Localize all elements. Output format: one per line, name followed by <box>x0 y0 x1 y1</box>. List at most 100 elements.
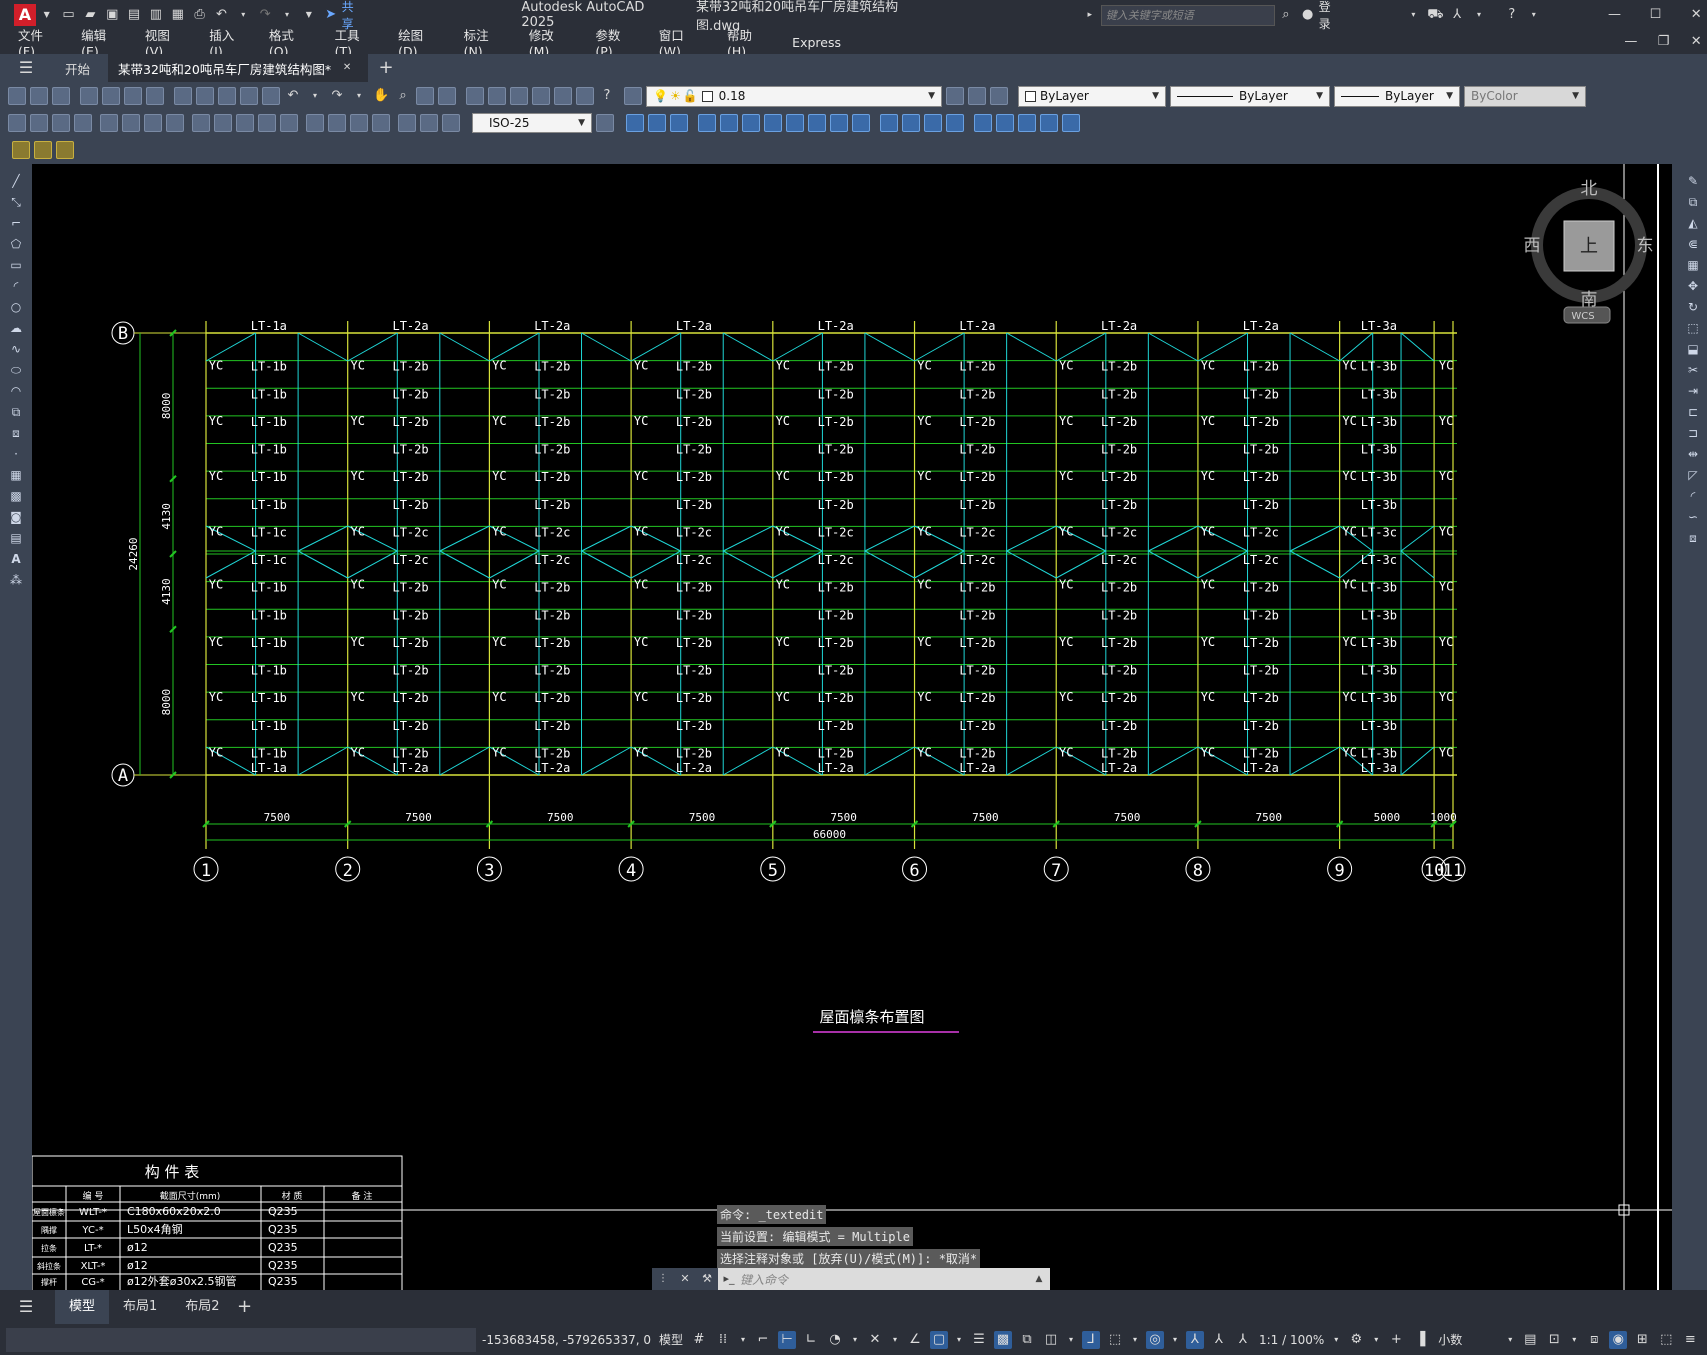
pan-icon[interactable]: ✋ <box>373 88 389 104</box>
lineweight-toggle-icon[interactable]: ☰ <box>970 1331 988 1349</box>
units-dropdown-icon[interactable]: ▾ <box>1505 1331 1515 1349</box>
trim-tool-icon[interactable]: ✂ <box>1684 361 1702 379</box>
isolate-icon[interactable]: ⧈ <box>1585 1331 1603 1349</box>
command-close-icon[interactable]: ✕ <box>677 1271 693 1287</box>
polyline-tool-icon[interactable]: ⌐ <box>7 214 25 232</box>
ucs-icon[interactable]: ⅃ <box>1082 1330 1100 1349</box>
match-prop-icon[interactable] <box>240 87 258 105</box>
text-edit-icon[interactable] <box>12 141 30 159</box>
dim-angular-icon[interactable] <box>166 114 184 132</box>
qnew-icon[interactable] <box>8 87 26 105</box>
open-icon[interactable] <box>30 87 48 105</box>
annotation-plus-icon[interactable]: + <box>1387 1331 1405 1349</box>
modify-stretch-icon[interactable] <box>808 114 826 132</box>
dim-radius-icon[interactable] <box>100 114 118 132</box>
command-history-dropdown-icon[interactable]: ▲ <box>1031 1271 1047 1287</box>
selection-cycling-icon[interactable]: ⧉ <box>1018 1331 1036 1349</box>
layer-state-icon[interactable] <box>990 87 1008 105</box>
command-grip-icon[interactable]: ⋮ <box>655 1271 671 1287</box>
login-dropdown-icon[interactable]: ▾ <box>1405 7 1421 23</box>
maximize-icon[interactable]: ☐ <box>1647 7 1663 23</box>
copy-tool-icon[interactable]: ⧉ <box>1684 193 1702 211</box>
doc-close-icon[interactable]: ✕ <box>1688 34 1704 50</box>
modify-trim-icon[interactable] <box>830 114 848 132</box>
center-mark-icon[interactable] <box>328 114 346 132</box>
design-center-icon[interactable] <box>488 87 506 105</box>
3dprint-icon[interactable] <box>146 87 164 105</box>
redo-icon[interactable]: ↷ <box>257 7 273 23</box>
rectangle-tool-icon[interactable]: ▭ <box>7 256 25 274</box>
undo-tb-icon[interactable]: ↶ <box>285 88 301 104</box>
stretch-tool-icon[interactable]: ⬓ <box>1684 340 1702 358</box>
annotation-scale[interactable]: 1:1 / 100% <box>1259 1333 1324 1347</box>
help-dropdown-icon[interactable]: ▾ <box>1526 7 1542 23</box>
add-selected-tool-icon[interactable]: ⁂ <box>7 571 25 589</box>
app-dropdown-icon[interactable]: ▾ <box>1471 7 1487 23</box>
annotation-dropdown-icon[interactable]: ▾ <box>1170 1331 1180 1349</box>
modify-erase-icon[interactable] <box>626 114 644 132</box>
dim-linear-icon[interactable] <box>8 114 26 132</box>
cart-icon[interactable]: ⛟ <box>1427 7 1443 23</box>
block-editor-icon[interactable] <box>262 87 280 105</box>
dim-ordinate-icon[interactable] <box>74 114 92 132</box>
graphics-performance-icon[interactable]: ◉ <box>1609 1330 1628 1349</box>
publish-icon[interactable]: ▦ <box>170 7 186 23</box>
model-space-button[interactable]: 模型 <box>659 1331 683 1348</box>
plotstyle-dropdown[interactable]: ByColor ▼ <box>1464 85 1586 107</box>
viewcube[interactable]: 上 北 南 东 西 WCS <box>1524 179 1654 324</box>
polar-icon[interactable]: ◔ <box>826 1331 844 1349</box>
dimstyle-dropdown[interactable]: ISO-25 ▼ <box>472 113 592 133</box>
chamfer-tool-icon[interactable]: ◸ <box>1684 466 1702 484</box>
modify-offset-icon[interactable] <box>698 114 716 132</box>
tab-close-icon[interactable]: ✕ <box>339 60 355 76</box>
dropdown-caret-icon[interactable]: ▼ <box>39 7 55 23</box>
modify-mirror-icon[interactable] <box>670 114 688 132</box>
customize-dropdown-icon[interactable]: ▼ <box>301 7 317 23</box>
dim-aligned-icon[interactable] <box>30 114 48 132</box>
modify-fillet-icon[interactable] <box>946 114 964 132</box>
units-icon[interactable]: ▐ <box>1411 1331 1429 1349</box>
clean-screen-icon[interactable]: ⊞ <box>1633 1331 1651 1349</box>
text-style-icon[interactable] <box>34 141 52 159</box>
osnap-dropdown-icon[interactable]: ▾ <box>954 1331 964 1349</box>
tolerance-icon[interactable] <box>306 114 324 132</box>
infer-constraints-icon[interactable]: ⌐ <box>754 1331 772 1349</box>
new-file-icon[interactable]: ▭ <box>61 7 77 23</box>
fullscreen-icon[interactable]: ⬚ <box>1657 1331 1675 1349</box>
polygon-tool-icon[interactable]: ⬠ <box>7 235 25 253</box>
customize-status-icon[interactable]: ≡ <box>1681 1331 1699 1349</box>
undo-tb-dd-icon[interactable]: ▾ <box>307 88 323 104</box>
autocad-logo[interactable]: A <box>14 4 36 26</box>
dim-space-icon[interactable] <box>258 114 276 132</box>
drawing-canvas[interactable]: 1 2 3 4 5 6 7 8 9 10 11 B A 7500 7500 7500 7500 7500 7500 7… <box>32 164 1672 1290</box>
otrack-icon[interactable]: ∠ <box>906 1331 924 1349</box>
tab-document[interactable]: 某带32吨和20吨吊车厂房建筑结构图* ✕ <box>108 54 369 82</box>
insert-block-tool-icon[interactable]: ⧉ <box>7 403 25 421</box>
markup-icon[interactable] <box>554 87 572 105</box>
break-tool-icon[interactable]: ⊐ <box>1684 424 1702 442</box>
snap-icon[interactable]: ⁞⁞ <box>714 1331 732 1349</box>
minimize-icon[interactable]: — <box>1607 7 1623 23</box>
grid-icon[interactable]: # <box>690 1331 708 1349</box>
dim-break-icon[interactable] <box>280 114 298 132</box>
quick-dim-icon[interactable] <box>192 114 210 132</box>
spline-tool-icon[interactable]: ∿ <box>7 340 25 358</box>
make-current-icon[interactable] <box>946 87 964 105</box>
modify-blend-icon[interactable] <box>996 114 1014 132</box>
break-at-point-icon[interactable]: ⊏ <box>1684 403 1702 421</box>
viewcube-east[interactable]: 东 <box>1637 236 1654 256</box>
text-scale-icon[interactable] <box>56 141 74 159</box>
share-icon[interactable]: ➤ <box>323 7 339 23</box>
new-tab-icon[interactable]: + <box>378 59 394 77</box>
extend-tool-icon[interactable]: ⇥ <box>1684 382 1702 400</box>
modify-move-icon[interactable] <box>742 114 760 132</box>
undo-icon[interactable]: ↶ <box>214 7 230 23</box>
inspect-icon[interactable] <box>350 114 368 132</box>
dim-diameter-icon[interactable] <box>144 114 162 132</box>
linetype-dropdown[interactable]: ByLayer ▼ <box>1170 85 1330 107</box>
search-icon[interactable]: ⌕ <box>1278 7 1294 23</box>
modify-scale-icon[interactable] <box>786 114 804 132</box>
tool-palettes-icon[interactable] <box>510 87 528 105</box>
ellipse-arc-tool-icon[interactable]: ◠ <box>7 382 25 400</box>
save-as-icon[interactable]: ▤ <box>126 7 142 23</box>
